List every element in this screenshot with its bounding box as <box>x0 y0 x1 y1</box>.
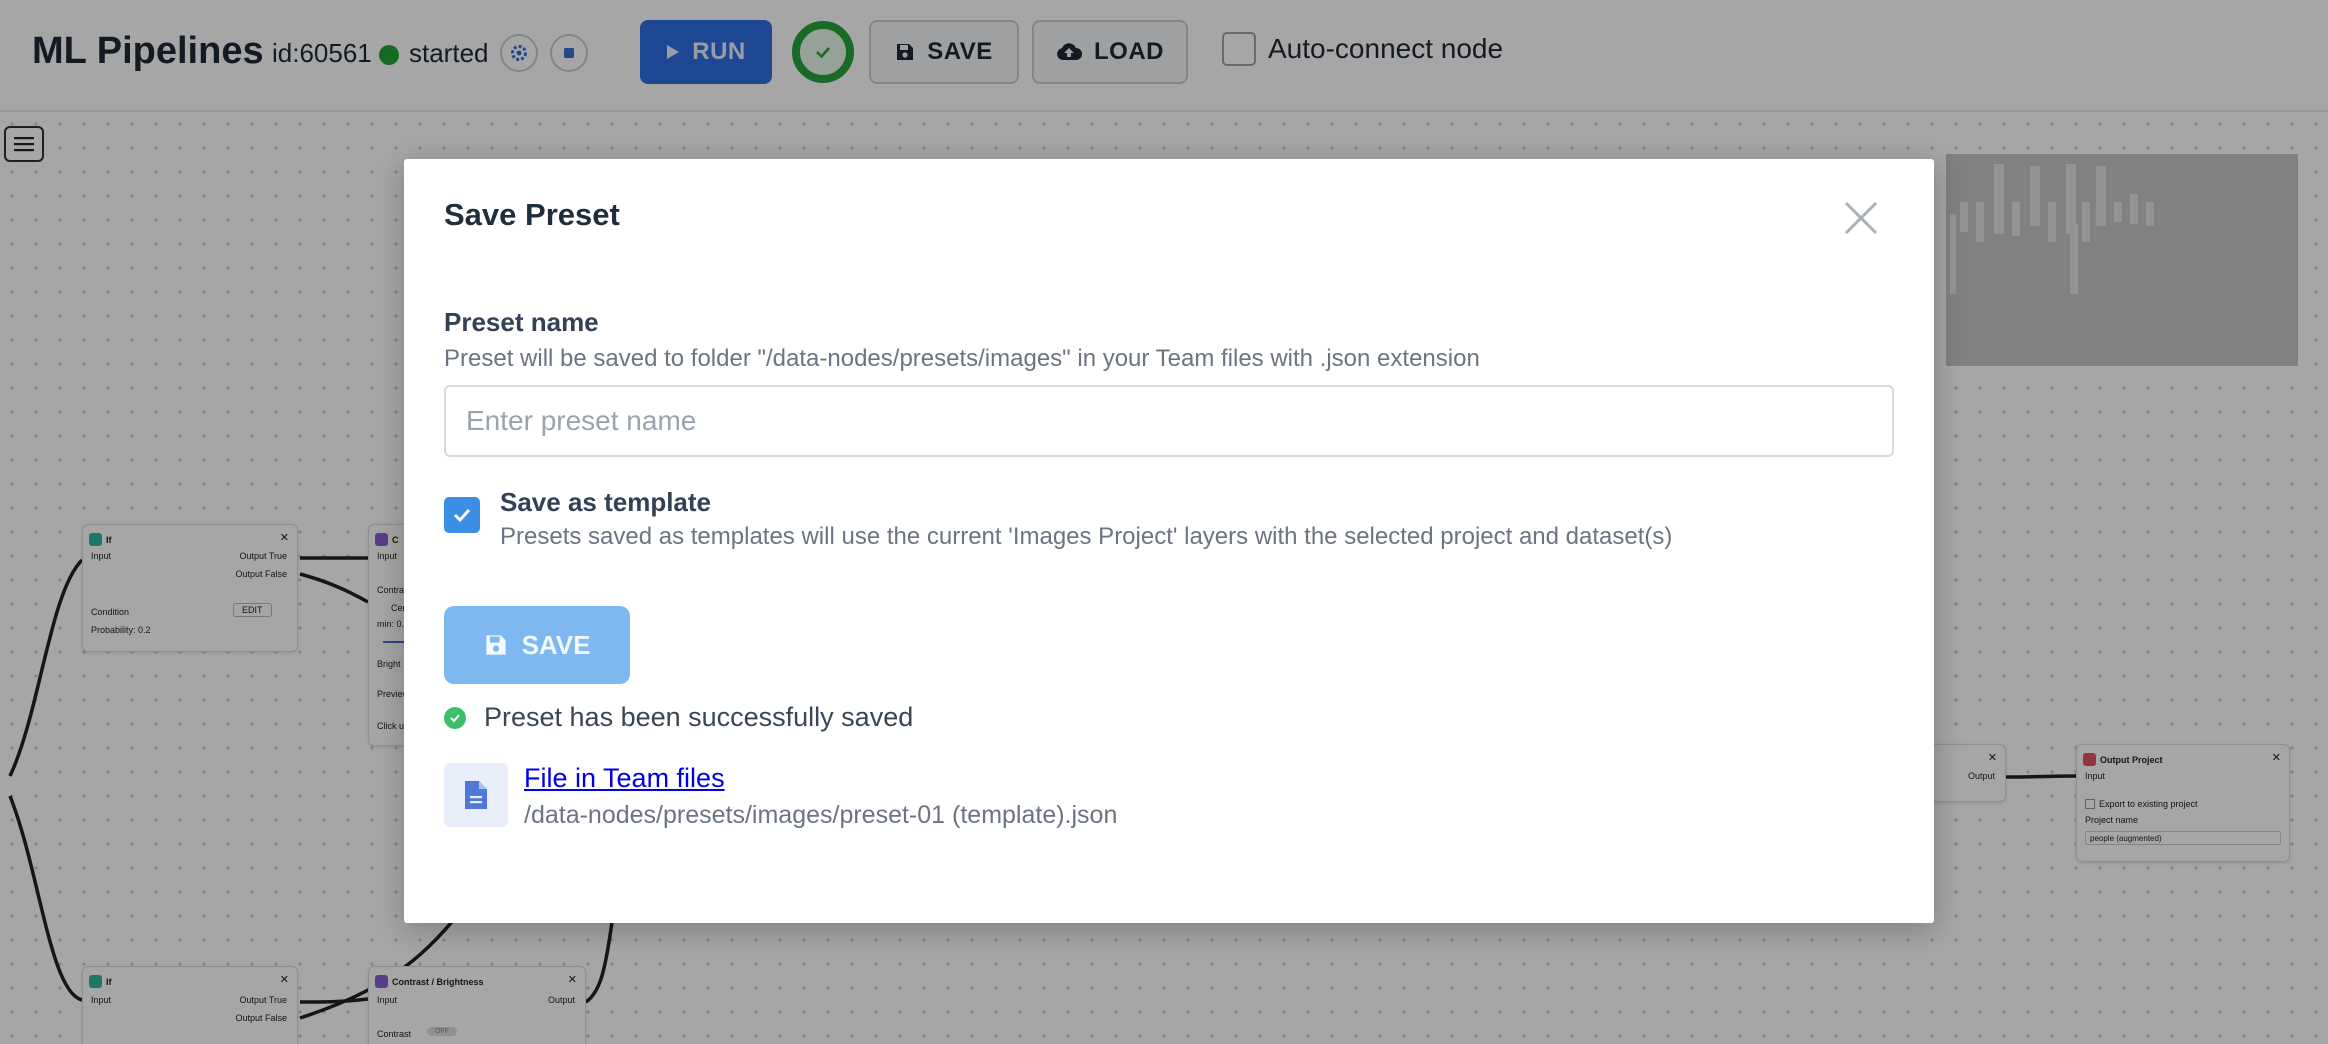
success-check-icon <box>444 707 466 729</box>
save-preset-dialog: Save Preset Preset name Preset will be s… <box>404 159 1934 923</box>
dialog-title: Save Preset <box>444 197 620 232</box>
save-as-template-description: Presets saved as templates will use the … <box>500 523 1673 550</box>
floppy-icon <box>485 635 506 655</box>
saved-file-path: /data-nodes/presets/images/preset-01 (te… <box>524 801 1118 829</box>
save-preset-button[interactable]: SAVE <box>444 606 630 684</box>
preset-name-input[interactable] <box>444 385 1894 457</box>
close-dialog-button[interactable] <box>1840 197 1882 239</box>
team-files-link[interactable]: File in Team files <box>524 763 725 794</box>
save-as-template-checkbox[interactable] <box>444 497 480 533</box>
preset-name-description: Preset will be saved to folder "/data-no… <box>444 345 1480 372</box>
success-message: Preset has been successfully saved <box>484 702 914 732</box>
save-preset-button-label: SAVE <box>521 629 591 660</box>
check-icon <box>453 508 471 523</box>
close-icon <box>1844 201 1878 235</box>
preset-name-label: Preset name <box>444 307 599 337</box>
save-as-template-label: Save as template <box>500 487 712 517</box>
document-icon <box>444 763 508 827</box>
